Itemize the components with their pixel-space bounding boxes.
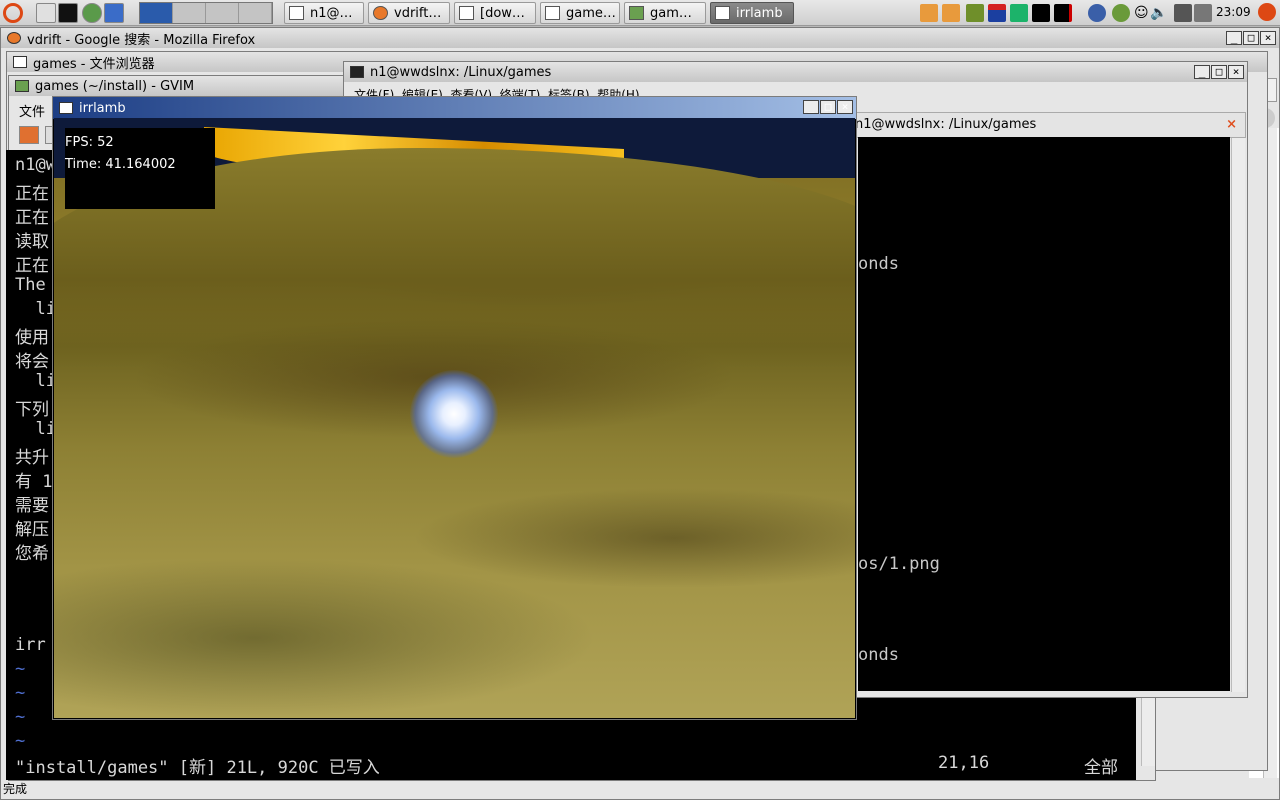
terminal-line: os/1.png <box>858 554 940 574</box>
taskbar-button-irrlamb[interactable]: irrlamb <box>710 2 794 24</box>
display-icon[interactable] <box>1174 4 1192 22</box>
app-icon[interactable] <box>988 4 1006 22</box>
update-icon[interactable] <box>1112 4 1130 22</box>
firefox-icon <box>7 32 21 44</box>
gvim-tilde: ~ <box>15 659 26 679</box>
workspace-switcher[interactable] <box>139 2 273 24</box>
window-icon <box>715 6 730 20</box>
taskbar-button-downloads[interactable]: [dow… <box>454 2 536 24</box>
gvim-tilde: ~ <box>15 683 26 703</box>
minimize-button[interactable]: _ <box>1226 31 1242 45</box>
close-button[interactable]: × <box>1260 31 1276 45</box>
gvim-line: 有 1 <box>15 472 53 492</box>
taskbar-button-file-browser[interactable]: game… <box>540 2 620 24</box>
network-icon[interactable] <box>1088 4 1106 22</box>
taskbar-button-firefox[interactable]: vdrift… <box>368 2 450 24</box>
firefox-icon <box>373 6 388 20</box>
gvim-line: li <box>15 419 56 439</box>
firefox-titlebar[interactable]: vdrift - Google 搜索 - Mozilla Firefox _ □… <box>1 28 1279 48</box>
terminal-tab[interactable]: n1@wwdslnx: /Linux/games × <box>854 112 1246 138</box>
terminal-titlebar[interactable]: n1@wwdslnx: /Linux/games _ □ × <box>344 62 1247 82</box>
window-icon <box>59 102 73 114</box>
player-orb <box>410 370 498 458</box>
gvim-line: li <box>15 371 56 391</box>
folder-icon[interactable] <box>942 4 960 22</box>
gvim-line: 解压 <box>15 520 49 540</box>
gvim-line: 使用 <box>15 328 49 348</box>
gvim-line: 读取 <box>15 232 49 252</box>
terminal-scrollbar[interactable] <box>1231 138 1245 692</box>
maximize-button[interactable]: □ <box>1243 31 1259 45</box>
workspace-3[interactable] <box>206 3 239 23</box>
folder-icon <box>545 6 560 20</box>
terminal-line: onds <box>858 254 899 274</box>
power-icon[interactable] <box>1258 3 1276 21</box>
monitor-icon[interactable] <box>1054 4 1072 22</box>
ubuntu-menu-icon[interactable] <box>3 3 23 23</box>
folder-icon[interactable] <box>920 4 938 22</box>
gvim-line: 需要 <box>15 496 49 516</box>
game-hud: FPS: 52 Time: 41.164002 <box>65 128 215 209</box>
file-manager-launcher-icon[interactable] <box>36 3 56 23</box>
clock[interactable]: 23:09 <box>1216 5 1251 19</box>
workspace-2[interactable] <box>173 3 206 23</box>
monitor-icon[interactable] <box>1032 4 1050 22</box>
terminal-line: onds <box>858 645 899 665</box>
gvim-icon <box>629 6 644 20</box>
window-icon <box>459 6 474 20</box>
minimize-button[interactable]: _ <box>803 100 819 114</box>
workspace-1[interactable] <box>140 3 173 23</box>
terminal-icon <box>289 6 304 20</box>
editor-launcher-icon[interactable] <box>104 3 124 23</box>
terminal-output[interactable]: onds os/1.png onds <box>858 137 1230 691</box>
open-icon[interactable] <box>19 126 39 144</box>
firefox-statusbar: 完成 <box>3 780 1273 798</box>
minimize-button[interactable]: _ <box>1194 65 1210 79</box>
gvim-tilde: ~ <box>15 707 26 727</box>
gvim-line: 将会 <box>15 352 49 372</box>
battery-icon[interactable] <box>1194 4 1212 22</box>
close-button[interactable]: × <box>837 100 853 114</box>
taskbar-button-terminal[interactable]: n1@… <box>284 2 364 24</box>
gvim-line: 下列 <box>15 400 49 420</box>
gvim-line: 正在 <box>15 184 49 204</box>
irrlamb-titlebar[interactable]: irrlamb _ □ × <box>53 97 856 119</box>
close-tab-icon[interactable]: × <box>1226 117 1237 132</box>
gvim-menu-file[interactable]: 文件 <box>19 101 45 120</box>
gvim-line: li <box>15 299 56 319</box>
gvim-line: 正在 <box>15 256 49 276</box>
gimp-launcher-icon[interactable] <box>82 3 102 23</box>
close-button[interactable]: × <box>1228 65 1244 79</box>
gvim-line: irr <box>15 635 46 655</box>
gvim-scroll-percent: 全部 <box>1084 758 1118 778</box>
workspace-4[interactable] <box>239 3 272 23</box>
gvim-line: The <box>15 275 46 295</box>
gvim-cursor-position: 21,16 <box>938 753 990 773</box>
gvim-line: n1@w <box>15 155 56 175</box>
fps-counter: FPS: 52 <box>65 135 114 150</box>
taskbar-button-gvim[interactable]: gam… <box>624 2 706 24</box>
maximize-button[interactable]: □ <box>1211 65 1227 79</box>
books-icon[interactable] <box>966 4 984 22</box>
gvim-line: 正在 <box>15 208 49 228</box>
terminal-icon <box>350 66 364 78</box>
gvim-icon <box>15 80 29 92</box>
top-panel: n1@… vdrift… [dow… game… gam… irrlamb ☺ … <box>0 0 1280 26</box>
folder-icon <box>13 56 27 68</box>
time-counter: Time: 41.164002 <box>65 157 176 172</box>
gvim-line: 共升 <box>15 448 49 468</box>
maximize-button[interactable]: □ <box>820 100 836 114</box>
terminal-launcher-icon[interactable] <box>58 3 78 23</box>
gvim-tilde: ~ <box>15 731 26 751</box>
volume-icon[interactable]: 🔈 <box>1150 4 1168 22</box>
gvim-line: 您希 <box>15 544 49 564</box>
monitor-icon[interactable] <box>1010 4 1028 22</box>
